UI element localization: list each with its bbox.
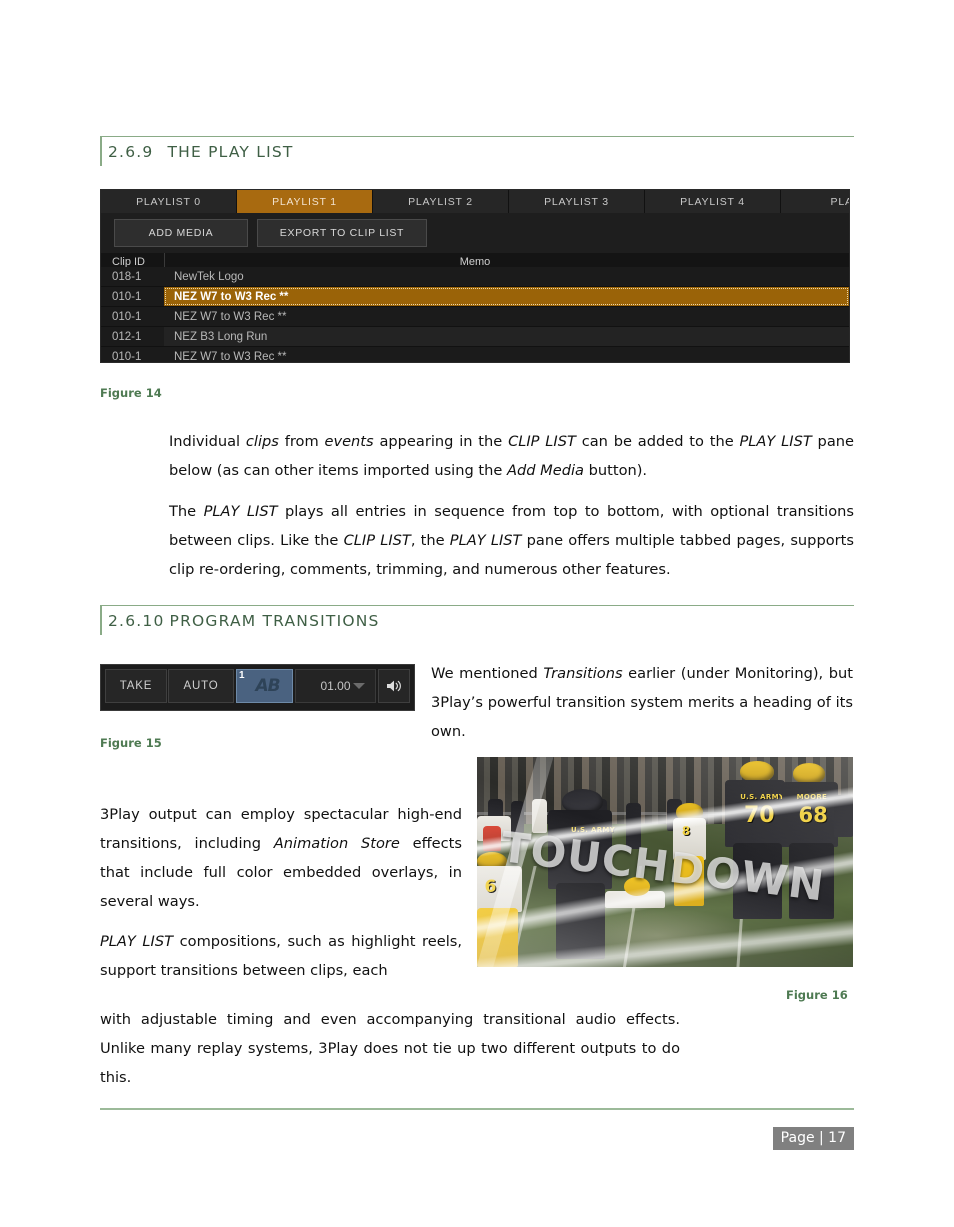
section-title: THE PLAY LIST — [167, 143, 294, 161]
footer-divider — [100, 1108, 854, 1110]
take-button[interactable]: TAKE — [105, 669, 167, 703]
cell-memo: NewTek Logo — [174, 270, 244, 283]
transition-duration-value: 01.00 — [320, 679, 351, 693]
chevron-down-icon[interactable] — [353, 683, 365, 689]
section-title: PROGRAM TRANSITIONS — [169, 612, 380, 630]
text-run: can be added to the — [575, 433, 740, 450]
auto-button[interactable]: AUTO — [168, 669, 234, 703]
export-to-clip-list-button[interactable]: EXPORT TO CLIP LIST — [257, 219, 427, 247]
paragraph-play-list-compositions: PLAY LIST compositions, such as highligh… — [100, 927, 462, 985]
section-heading-play-list: 2.6.9 THE PLAY LIST — [100, 136, 854, 166]
text-run-italic: Add Media — [506, 462, 584, 479]
text-run-italic: Transitions — [543, 665, 623, 682]
figure-16-caption: Figure 16 — [786, 988, 848, 1002]
add-media-button[interactable]: ADD MEDIA — [114, 219, 248, 247]
text-run-italic: PLAY LIST — [100, 933, 174, 950]
paragraph-adjustable-timing: with adjustable timing and even accompan… — [100, 1005, 680, 1092]
section-heading-text: 2.6.10 PROGRAM TRANSITIONS — [108, 612, 380, 630]
ab-transition-icon: AB — [255, 676, 280, 696]
text-run-italic: PLAY LIST — [449, 532, 522, 549]
paragraph-3play-output: 3Play output can employ spectacular high… — [100, 800, 462, 916]
cell-clip-id: 010-1 — [101, 347, 164, 362]
tab-playlist-5[interactable]: PLAYL — [781, 190, 849, 213]
table-row[interactable]: 010-1 NEZ W7 to W3 Rec ** — [101, 307, 849, 327]
section-number: 2.6.10 — [108, 612, 165, 630]
table-row[interactable]: 012-1 NEZ B3 Long Run — [101, 327, 849, 347]
text-run-italic: clips — [245, 433, 279, 450]
text-run: The — [169, 503, 204, 520]
table-row-selected[interactable]: 010-1 NEZ W7 to W3 Rec ** — [101, 287, 849, 307]
section-number: 2.6.9 — [108, 143, 154, 161]
transition-slot-number: 1 — [239, 670, 245, 681]
cell-memo: NEZ W7 to W3 Rec ** — [164, 287, 849, 306]
tab-playlist-4[interactable]: PLAYLIST 4 — [645, 190, 781, 213]
text-run: We mentioned — [431, 665, 544, 682]
cell-clip-id: 018-1 — [101, 267, 164, 286]
cell-clip-id: 012-1 — [101, 327, 164, 346]
text-run: button). — [583, 462, 648, 479]
transition-slot-1[interactable]: 1 AB — [236, 669, 293, 703]
transition-duration-field[interactable]: 01.00 — [295, 669, 376, 703]
text-run: appearing in the — [373, 433, 509, 450]
text-run: from — [278, 433, 325, 450]
figure-16-football-image: U.S. ARMY 6 8 U.S. ARMY 70 MOORE 68 TOUC… — [477, 757, 853, 967]
text-run: Individual — [169, 433, 246, 450]
tab-playlist-2[interactable]: PLAYLIST 2 — [373, 190, 509, 213]
playlist-tab-bar[interactable]: PLAYLIST 0 PLAYLIST 1 PLAYLIST 2 PLAYLIS… — [101, 190, 849, 213]
section-heading-program-transitions: 2.6.10 PROGRAM TRANSITIONS — [100, 605, 854, 635]
text-run-italic: Animation Store — [273, 835, 400, 852]
text-run: with adjustable timing and even accompan… — [100, 1011, 680, 1086]
figure-15-caption: Figure 15 — [100, 736, 162, 750]
tab-playlist-1[interactable]: PLAYLIST 1 — [237, 190, 373, 213]
speaker-icon[interactable] — [378, 669, 410, 703]
paragraph-individual-clips: Individual clips from events appearing i… — [169, 427, 854, 485]
cell-clip-id: 010-1 — [101, 287, 164, 306]
tab-playlist-0[interactable]: PLAYLIST 0 — [101, 190, 237, 213]
cell-memo: NEZ W7 to W3 Rec ** — [174, 350, 287, 363]
section-heading-text: 2.6.9 THE PLAY LIST — [108, 143, 294, 161]
playlist-toolbar: ADD MEDIA EXPORT TO CLIP LIST — [101, 213, 849, 253]
paragraph-we-mentioned-transitions: We mentioned Transitions earlier (under … — [431, 659, 853, 746]
tab-playlist-3[interactable]: PLAYLIST 3 — [509, 190, 645, 213]
page-number: Page | 17 — [772, 1127, 854, 1150]
cell-clip-id: 010-1 — [101, 307, 164, 326]
text-run-italic: CLIP LIST — [343, 532, 411, 549]
figure-14-caption: Figure 14 — [100, 386, 162, 400]
table-row[interactable]: 018-1 NewTek Logo — [101, 267, 849, 287]
text-run-italic: PLAY LIST — [203, 503, 278, 520]
cell-memo: NEZ W7 to W3 Rec ** — [174, 310, 287, 323]
table-row[interactable]: 010-1 NEZ W7 to W3 Rec ** — [101, 347, 849, 363]
play-list-panel[interactable]: PLAYLIST 0 PLAYLIST 1 PLAYLIST 2 PLAYLIS… — [100, 189, 850, 363]
text-run-italic: events — [324, 433, 374, 450]
playlist-rows[interactable]: 018-1 NewTek Logo 010-1 NEZ W7 to W3 Rec… — [101, 267, 849, 363]
paragraph-play-list-plays: The PLAY LIST plays all entries in seque… — [169, 497, 854, 584]
text-run-italic: PLAY LIST — [739, 433, 812, 450]
transition-toolbar[interactable]: TAKE AUTO 1 AB 01.00 — [100, 664, 415, 711]
text-run-italic: CLIP LIST — [508, 433, 576, 450]
cell-memo: NEZ B3 Long Run — [174, 330, 268, 343]
text-run: , the — [410, 532, 450, 549]
